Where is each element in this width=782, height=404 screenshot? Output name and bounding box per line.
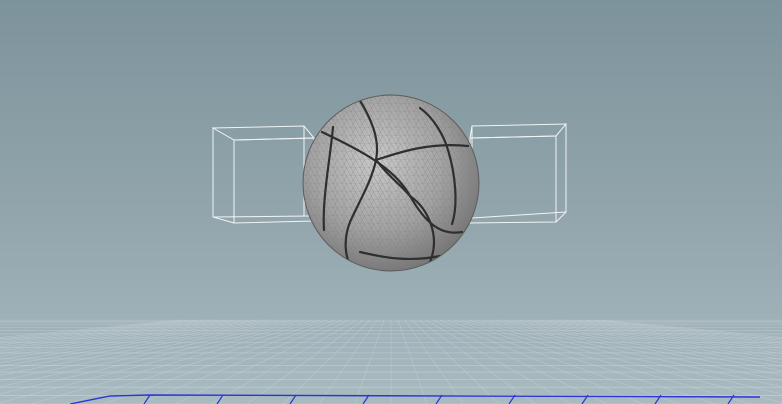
3d-viewport[interactable] [0, 0, 782, 404]
viewport-canvas[interactable] [0, 0, 782, 404]
sphere-mesh[interactable] [302, 94, 480, 272]
